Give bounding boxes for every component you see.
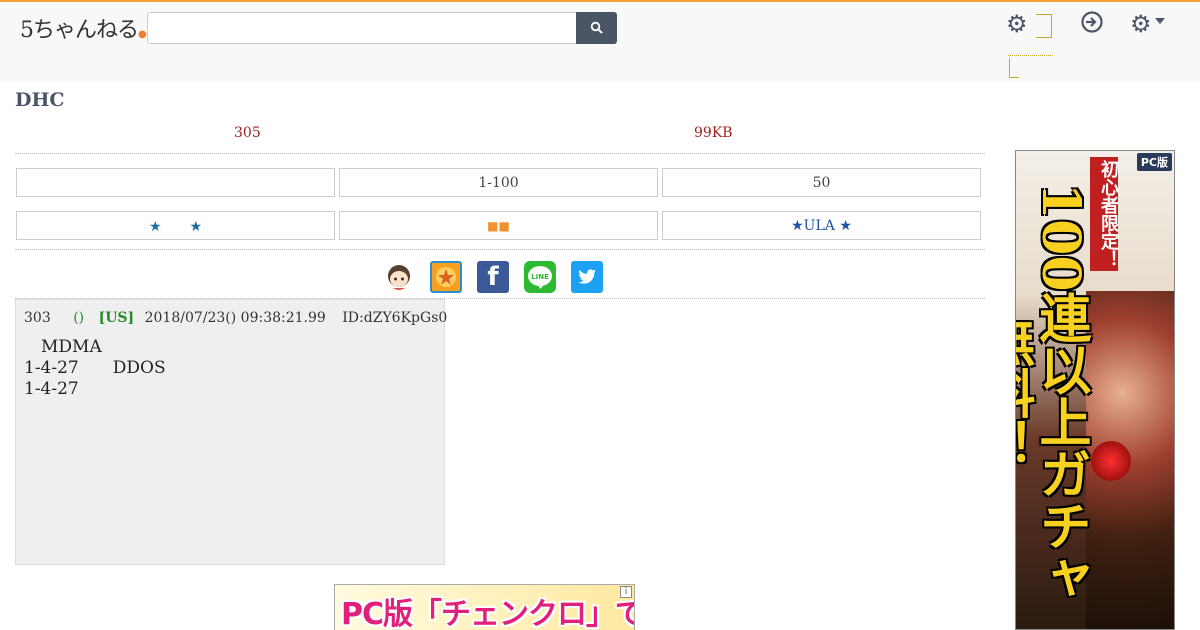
search-icon bbox=[590, 21, 603, 34]
character-icon[interactable] bbox=[383, 261, 415, 293]
menu-dotted-line bbox=[1008, 38, 1053, 56]
menu-bracket bbox=[1009, 58, 1019, 78]
post-country: [US] bbox=[98, 310, 135, 326]
site-header: 5ちゃんねる● ⚙ ⚙ bbox=[0, 0, 1200, 82]
post-count: 305 bbox=[234, 125, 261, 141]
divider bbox=[15, 153, 985, 154]
ad-rose-art bbox=[1091, 441, 1131, 481]
post-id[interactable]: ID:dZY6KpGs0 bbox=[342, 310, 447, 326]
line-label: LINE bbox=[531, 273, 549, 281]
post-line: 1-4-27 DDOS bbox=[24, 358, 166, 378]
facebook-icon[interactable]: f bbox=[477, 261, 509, 293]
chevron-down-icon[interactable] bbox=[1155, 18, 1165, 24]
post-date: 2018/07/23() 09:38:21.99 bbox=[144, 310, 326, 326]
gear-icon[interactable]: ⚙ bbox=[1006, 10, 1028, 38]
post-number[interactable]: 303 bbox=[24, 310, 51, 326]
site-logo[interactable]: 5ちゃんねる● bbox=[20, 12, 147, 44]
nav-button-all[interactable] bbox=[16, 168, 335, 197]
post-item: 303 () [US] 2018/07/23() 09:38:21.99 ID:… bbox=[15, 299, 447, 565]
nav-button-ula[interactable]: ★ULA ★ bbox=[662, 211, 981, 240]
ad-banner-bottom[interactable]: PC版「チェンクロ」で i bbox=[334, 584, 635, 630]
divider bbox=[15, 249, 985, 250]
ad-badge: PC版 bbox=[1136, 153, 1172, 171]
ad-headline: 100連以上ガチャ無料！ bbox=[1016, 182, 1091, 604]
ad-banner-right[interactable]: 100連以上ガチャ無料！ 初心者限定！ PC版 bbox=[1015, 150, 1175, 630]
twitter-icon[interactable] bbox=[571, 261, 603, 293]
settings-gear-icon[interactable]: ⚙ bbox=[1130, 10, 1152, 38]
nav-button-1-100[interactable]: 1-100 bbox=[339, 168, 658, 197]
ad-tag: 初心者限定！ bbox=[1090, 157, 1119, 271]
logo-dot: ● bbox=[138, 29, 147, 40]
login-icon[interactable] bbox=[1080, 10, 1104, 40]
nav-button-favorite[interactable]: ★ ★ bbox=[16, 211, 335, 240]
app-icon[interactable] bbox=[430, 261, 462, 293]
page-title: DHC bbox=[15, 89, 65, 111]
search-button[interactable] bbox=[576, 12, 617, 44]
post-line: MDMA bbox=[24, 337, 102, 357]
ad-bottom-text: PC版「チェンクロ」で bbox=[341, 597, 635, 630]
logo-text: 5ちゃんねる bbox=[20, 18, 139, 43]
facebook-label: f bbox=[487, 262, 499, 292]
post-header: 303 () [US] 2018/07/23() 09:38:21.99 ID:… bbox=[24, 310, 447, 326]
ad-info-icon[interactable]: i bbox=[620, 586, 632, 598]
line-icon[interactable]: LINE bbox=[524, 261, 556, 293]
post-body: MDMA 1-4-27 DDOS 1-4-27 bbox=[24, 337, 166, 400]
post-line: 1-4-27 bbox=[24, 379, 79, 399]
post-author: () bbox=[73, 310, 85, 326]
nav-button-latest-50[interactable]: 50 bbox=[662, 168, 981, 197]
search-input[interactable] bbox=[147, 12, 577, 44]
nav-button-app[interactable]: ■■ bbox=[339, 211, 658, 240]
menu-box[interactable] bbox=[1036, 14, 1052, 38]
thread-size: 99KB bbox=[694, 125, 733, 141]
